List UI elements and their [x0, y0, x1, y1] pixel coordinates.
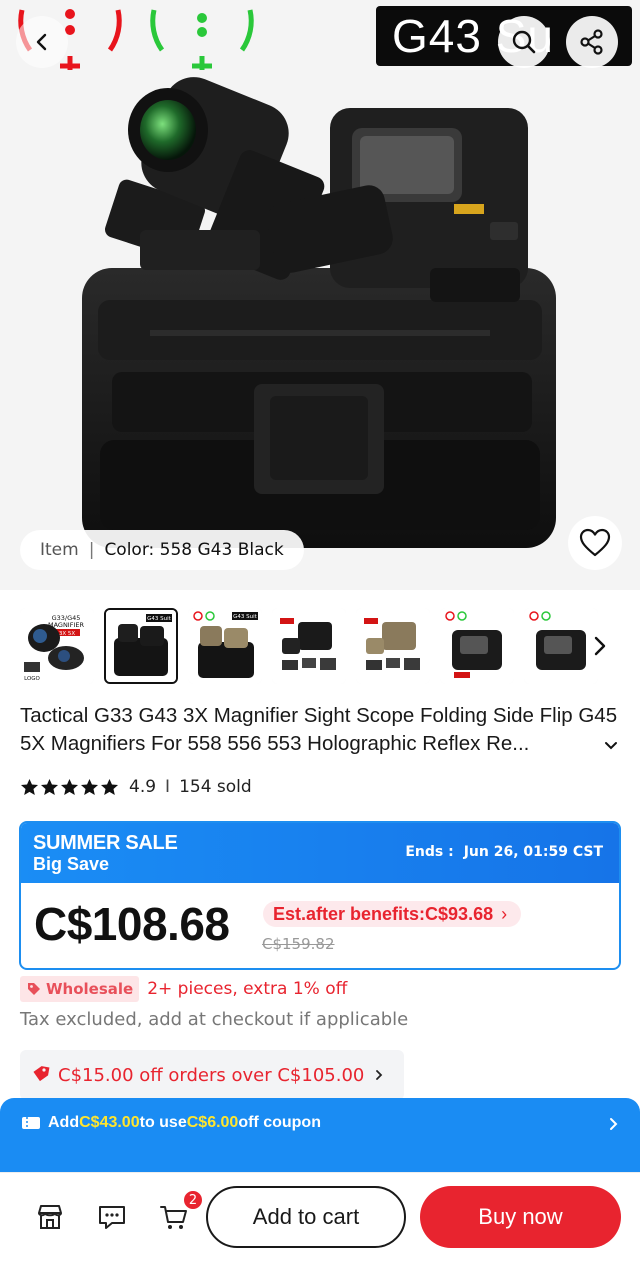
- selected-variant-pill[interactable]: Item | Color: 558 G43 Black: [20, 530, 304, 570]
- summer-sale-card: SUMMER SALE Big Save Ends : Jun 26, 01:59…: [19, 821, 621, 970]
- sold-count: 154 sold: [179, 777, 252, 797]
- tax-note: Tax excluded, add at checkout if applica…: [20, 1009, 409, 1030]
- thumbnail-selected[interactable]: G43 Suit: [104, 608, 178, 684]
- hard-case: [82, 268, 556, 548]
- thumbnail-image: [440, 608, 514, 684]
- promo-text-row: Add C$43.00 to use C$6.00 off coupon: [20, 1114, 321, 1132]
- sale-countdown: Ends : Jun 26, 01:59 CST: [405, 844, 603, 860]
- thumbnail-image: G43 Suit: [188, 608, 262, 684]
- chevron-right-icon: [594, 636, 606, 656]
- share-icon: [580, 29, 603, 55]
- item-label: Item: [40, 540, 79, 560]
- thumbnail-image: [524, 608, 598, 684]
- back-arrow-icon: [36, 33, 47, 51]
- cart-count-badge: 2: [182, 1189, 204, 1211]
- add-to-cart-button[interactable]: Add to cart: [206, 1186, 406, 1248]
- thumbnail[interactable]: [524, 608, 598, 684]
- wholesale-offer: 2+ pieces, extra 1% off: [147, 979, 348, 999]
- promo-part2: to use: [139, 1114, 187, 1131]
- store-coupon[interactable]: C$15.00 off orders over C$105.00: [20, 1050, 404, 1100]
- heart-icon: [579, 528, 611, 557]
- buy-now-button[interactable]: Buy now: [420, 1186, 621, 1248]
- rating-row[interactable]: 4.9 I 154 sold: [20, 775, 252, 799]
- store-icon: [38, 1205, 62, 1229]
- chat-button[interactable]: [94, 1199, 130, 1235]
- coupon-ticket-icon: [22, 1117, 40, 1129]
- product-image-gallery[interactable]: G43 Su Item | Color: 558 G43 Black: [0, 0, 640, 590]
- thumbnail-image: [272, 608, 346, 684]
- search-button[interactable]: [498, 16, 550, 68]
- svg-text:3X 5X: 3X 5X: [59, 631, 76, 637]
- thumbnail-strip: G33/G45 MAGNIFIER 3X 5X LOGO G43 Suit G4…: [0, 604, 640, 688]
- svg-text:G43 Suit: G43 Suit: [147, 616, 172, 622]
- share-button[interactable]: [566, 16, 618, 68]
- ends-label: Ends :: [405, 844, 454, 860]
- product-photo: [0, 0, 640, 590]
- star-icon: [60, 778, 79, 796]
- chevron-down-icon: [605, 742, 617, 750]
- thumbnail-image: G43 Suit: [106, 610, 176, 682]
- back-button[interactable]: [16, 16, 68, 68]
- thumbnail[interactable]: G33/G45 MAGNIFIER 3X 5X LOGO: [20, 608, 94, 684]
- svg-text:LOGO: LOGO: [24, 676, 40, 682]
- rating-value: 4.9: [129, 777, 157, 797]
- chevron-right-icon: ›: [501, 903, 508, 924]
- item-separator: |: [88, 540, 95, 560]
- current-price: C$108.68: [34, 898, 230, 950]
- promo-part3: off coupon: [238, 1114, 321, 1131]
- star-icon: [80, 778, 99, 796]
- benefit-price-pill[interactable]: Est.after benefits:C$93.68 ›: [263, 901, 522, 927]
- thumbnail[interactable]: [272, 608, 346, 684]
- chevron-right-icon: [610, 1118, 618, 1130]
- thumbnail-image: G33/G45 MAGNIFIER 3X 5X LOGO: [20, 608, 94, 684]
- add-more-coupon-banner[interactable]: Add C$43.00 to use C$6.00 off coupon: [0, 1098, 640, 1178]
- benefit-price: Est.after benefits:C$93.68: [273, 903, 494, 924]
- star-icon: [40, 778, 59, 796]
- sale-title: SUMMER SALE: [33, 832, 178, 854]
- bottom-action-bar: 2 Add to cart Buy now: [0, 1172, 640, 1263]
- original-price: C$159.82: [262, 935, 335, 953]
- rating-stars: [20, 778, 119, 796]
- star-icon: [100, 778, 119, 796]
- selected-color: Color: 558 G43 Black: [104, 540, 284, 560]
- wishlist-button[interactable]: [568, 516, 622, 570]
- product-title[interactable]: Tactical G33 G43 3X Magnifier Sight Scop…: [20, 702, 624, 758]
- thumbnail[interactable]: G43 Suit: [188, 608, 262, 684]
- thumbnail[interactable]: [356, 608, 430, 684]
- store-button[interactable]: [32, 1199, 68, 1235]
- star-icon: [20, 778, 39, 796]
- expand-title-button[interactable]: [598, 736, 624, 756]
- coupon-ticket-icon: [33, 1066, 50, 1082]
- sale-subtitle: Big Save: [33, 854, 110, 874]
- sale-header: SUMMER SALE Big Save Ends : Jun 26, 01:59…: [21, 823, 619, 883]
- wholesale-label: Wholesale: [46, 980, 134, 998]
- ends-value: Jun 26, 01:59 CST: [463, 844, 603, 860]
- chevron-right-icon: [376, 1070, 383, 1080]
- svg-text:G43 Suit: G43 Suit: [233, 614, 258, 620]
- chat-icon: [99, 1206, 125, 1229]
- thumbnail[interactable]: [440, 608, 514, 684]
- promo-discount: C$6.00: [186, 1114, 239, 1131]
- thumbnail-image: [356, 608, 430, 684]
- promo-part1: Add: [48, 1114, 80, 1131]
- promo-amount: C$43.00: [79, 1114, 140, 1131]
- thumbnail-next-button[interactable]: [588, 628, 612, 664]
- rating-separator: I: [165, 777, 171, 797]
- wholesale-badge: Wholesale: [20, 976, 140, 1002]
- coupon-text: C$15.00 off orders over C$105.00: [58, 1064, 365, 1086]
- search-icon: [512, 30, 536, 54]
- wholesale-row: Wholesale 2+ pieces, extra 1% off: [20, 976, 347, 1002]
- tag-icon: [28, 983, 40, 995]
